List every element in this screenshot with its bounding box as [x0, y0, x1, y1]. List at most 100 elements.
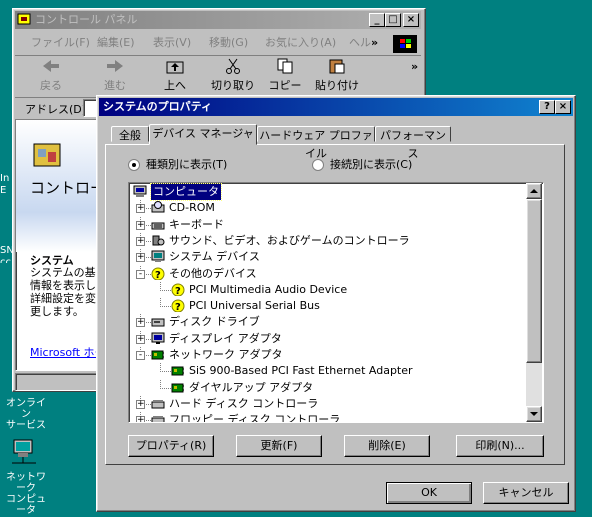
- refresh-button[interactable]: 更新(F): [236, 435, 322, 457]
- desktop-network-label: ネットワーク コンピュータ: [6, 472, 46, 516]
- tab-general[interactable]: 全般: [111, 126, 149, 142]
- back-button[interactable]: 戻る: [29, 58, 73, 94]
- network-adapter-icon: [171, 381, 185, 394]
- web-panel-description: システムの基本 情報を表示し 詳細設定を変 更します。: [30, 266, 104, 318]
- microsoft-home-link[interactable]: Microsoft ホーム ページ: [30, 346, 104, 359]
- toolbar-overflow-chevron[interactable]: »: [411, 60, 418, 73]
- system-properties-dialog: システムのプロパティ ? × 全般 デバイス マネージャ ハードウェア プロファ…: [96, 95, 576, 512]
- device-tree-label: キーボード: [169, 217, 224, 231]
- unknown-device-icon: ?: [151, 267, 165, 281]
- desktop-network-computer-icon[interactable]: ネットワーク コンピュータ: [2, 436, 50, 516]
- expand-icon[interactable]: +: [136, 204, 145, 214]
- maximize-button[interactable]: □: [385, 13, 401, 27]
- paste-button[interactable]: 貼り付け: [313, 58, 361, 94]
- device-tree-label: コンピュータ: [150, 183, 222, 201]
- device-tree-row[interactable]: ダイヤルアップ アダプタ: [131, 379, 527, 396]
- cut-button[interactable]: 切り取り: [209, 58, 257, 94]
- device-tree-row[interactable]: コンピュータ: [131, 183, 527, 201]
- expand-icon[interactable]: +: [136, 220, 145, 230]
- help-button[interactable]: ?: [539, 100, 555, 114]
- network-adapter-icon: [171, 364, 185, 377]
- device-tree-row[interactable]: + ディスプレイ アダプタ: [131, 330, 527, 347]
- menu-bar: ファイル(F) 編集(E) 表示(V) 移動(G) お気に入り(A) ヘル »: [15, 33, 421, 53]
- device-tree-row[interactable]: + フロッピー ディスク コントローラ: [131, 412, 527, 423]
- expand-icon[interactable]: +: [136, 399, 145, 409]
- collapse-icon[interactable]: -: [136, 269, 145, 279]
- properties-button[interactable]: プロパティ(R): [128, 435, 214, 457]
- device-manager-panel: 種類別に表示(T) 接続別に表示(C) コンピュータ + CD-ROM + キーボード +…: [105, 144, 565, 465]
- device-tree-label: PCI Multimedia Audio Device: [189, 282, 348, 296]
- scissors-icon: [226, 58, 240, 74]
- tree-scrollbar[interactable]: [526, 183, 542, 422]
- minimize-button[interactable]: _: [369, 13, 385, 27]
- up-button[interactable]: 上へ: [157, 58, 193, 94]
- tree-guide-line: [160, 281, 171, 291]
- device-tree-row[interactable]: - ネットワーク アダプタ: [131, 347, 527, 363]
- device-tree[interactable]: コンピュータ + CD-ROM + キーボード + サウンド、ビデオ、およびゲームのコントロ…: [128, 182, 544, 423]
- disk-controller-icon: [151, 413, 165, 422]
- expand-icon[interactable]: +: [136, 253, 145, 263]
- copy-button[interactable]: コピー: [263, 58, 307, 94]
- menu-overflow-chevron[interactable]: »: [371, 33, 378, 53]
- remove-button[interactable]: 削除(E): [344, 435, 430, 457]
- scroll-thumb[interactable]: [526, 199, 542, 363]
- device-tree-label: フロッピー ディスク コントローラ: [169, 413, 341, 423]
- expand-icon[interactable]: +: [136, 416, 145, 422]
- tree-guide-line: [160, 363, 171, 373]
- control-panel-folder-icon: [33, 143, 61, 167]
- copy-icon: [277, 58, 293, 74]
- paste-icon: [329, 59, 345, 74]
- forward-button[interactable]: 進む: [93, 58, 137, 94]
- scroll-down-button[interactable]: [526, 406, 542, 422]
- menu-go[interactable]: 移動(G): [209, 33, 248, 53]
- toolbar: 戻る 進む 上へ 切り取り コピー 貼り付け »: [15, 55, 421, 96]
- cancel-button[interactable]: キャンセル: [483, 482, 569, 504]
- tab-performance[interactable]: パフォーマンス: [375, 126, 451, 160]
- device-tree-row[interactable]: + CD-ROM: [131, 200, 527, 216]
- menu-view[interactable]: 表示(V): [153, 33, 191, 53]
- device-tree-row[interactable]: + キーボード: [131, 216, 527, 233]
- menu-favorites[interactable]: お気に入り(A): [265, 33, 336, 53]
- device-tree-label: ネットワーク アダプタ: [169, 348, 283, 361]
- tree-guide-line: [160, 298, 171, 308]
- collapse-icon[interactable]: -: [136, 351, 145, 360]
- device-tree-row[interactable]: + サウンド、ビデオ、およびゲームのコントローラ: [131, 232, 527, 249]
- expand-icon[interactable]: +: [136, 334, 145, 344]
- menu-file[interactable]: ファイル(F): [31, 33, 90, 53]
- device-tree-row[interactable]: + ディスク ドライブ: [131, 314, 527, 330]
- device-tree-row[interactable]: + ハード ディスク コントローラ: [131, 395, 527, 412]
- device-tree-row[interactable]: ? PCI Universal Serial Bus: [131, 298, 527, 314]
- expand-icon[interactable]: +: [136, 318, 145, 328]
- scroll-up-button[interactable]: [526, 183, 542, 199]
- disk-controller-icon: [151, 397, 165, 410]
- desktop-partial-text: In E SN cc: [0, 173, 12, 263]
- device-tree-row[interactable]: ? PCI Multimedia Audio Device: [131, 281, 527, 298]
- expand-icon[interactable]: +: [136, 236, 145, 246]
- address-label: アドレス(D): [25, 103, 87, 116]
- back-arrow-icon: [43, 60, 59, 72]
- device-tree-row[interactable]: + システム デバイス: [131, 249, 527, 265]
- radio-view-by-connection-circle: [312, 159, 324, 171]
- device-tree-items: コンピュータ + CD-ROM + キーボード + サウンド、ビデオ、およびゲームのコントロ…: [131, 183, 527, 423]
- tab-device-manager[interactable]: デバイス マネージャ: [149, 124, 257, 145]
- print-button[interactable]: 印刷(N)...: [456, 435, 544, 457]
- display-icon: [151, 332, 165, 345]
- menu-edit[interactable]: 編集(E): [97, 33, 135, 53]
- device-tree-row[interactable]: SiS 900-Based PCI Fast Ethernet Adapter: [131, 363, 527, 379]
- dialog-close-button[interactable]: ×: [555, 100, 571, 114]
- device-tree-label: PCI Universal Serial Bus: [189, 299, 320, 313]
- control-panel-titlebar[interactable]: コントロール パネル _ □ ×: [15, 11, 421, 29]
- tree-guide-line: [160, 379, 171, 389]
- unknown-device-icon: ?: [171, 299, 185, 313]
- device-tree-row[interactable]: -? その他のデバイス: [131, 265, 527, 282]
- windows-logo-icon: [393, 35, 417, 53]
- radio-view-by-type-circle: [128, 159, 140, 171]
- tab-hardware-profiles[interactable]: ハードウェア プロファイル: [257, 126, 375, 160]
- ok-button[interactable]: OK: [386, 482, 472, 504]
- dialog-titlebar[interactable]: システムのプロパティ ? ×: [99, 98, 573, 116]
- close-button[interactable]: ×: [403, 13, 419, 27]
- device-tree-label: ディスク ドライブ: [169, 315, 260, 329]
- device-tree-label: サウンド、ビデオ、およびゲームのコントローラ: [169, 233, 410, 247]
- menu-help[interactable]: ヘル: [349, 33, 371, 53]
- web-panel-title: コントロール パネル: [30, 179, 104, 197]
